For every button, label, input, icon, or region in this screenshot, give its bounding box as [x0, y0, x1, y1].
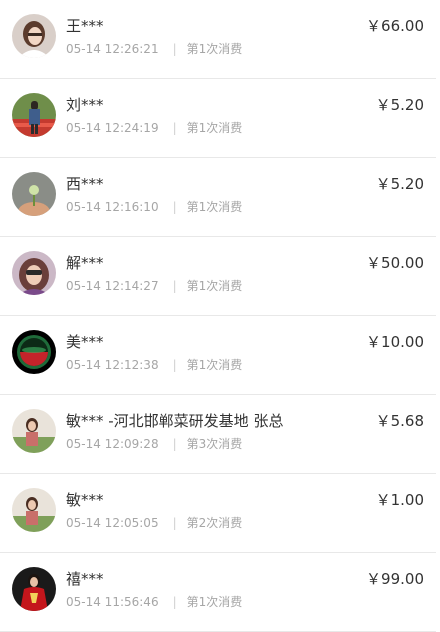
record-time: 05-14 12:05:05 [66, 516, 159, 530]
record-time: 05-14 12:26:21 [66, 42, 159, 56]
separator: | [172, 121, 177, 135]
record-row[interactable]: 西*** 05-14 12:16:10 | 第1次消费 ￥5.20 [0, 158, 436, 237]
amount: ￥5.20 [375, 96, 424, 114]
record-meta: 05-14 12:26:21 | 第1次消费 [66, 40, 242, 57]
record-time: 05-14 12:09:28 [66, 437, 159, 451]
visit-count: 第1次消费 [186, 279, 243, 293]
amount: ￥10.00 [366, 333, 424, 351]
avatar [12, 409, 56, 453]
visit-count: 第3次消费 [186, 437, 243, 451]
record-meta: 05-14 12:14:27 | 第1次消费 [66, 277, 242, 294]
record-row[interactable]: 禧*** 05-14 11:56:46 | 第1次消费 ￥99.00 [0, 553, 436, 632]
amount: ￥5.68 [375, 412, 424, 430]
consumption-record-list: 王*** 05-14 12:26:21 | 第1次消费 ￥66.00 刘*** 05… [0, 0, 440, 632]
amount: ￥66.00 [366, 17, 424, 35]
record-time: 05-14 11:56:46 [66, 595, 159, 609]
record-row[interactable]: 敏*** -河北邯郸菜研发基地 张总 05-14 12:09:28 | 第3次消费 … [0, 395, 436, 474]
amount: ￥99.00 [366, 570, 424, 588]
record-meta: 05-14 12:12:38 | 第1次消费 [66, 356, 242, 373]
avatar [12, 14, 56, 58]
record-time: 05-14 12:16:10 [66, 200, 159, 214]
visit-count: 第1次消费 [186, 358, 243, 372]
customer-name: 敏*** [66, 491, 104, 509]
customer-name: 王*** [66, 17, 104, 35]
record-row[interactable]: 刘*** 05-14 12:24:19 | 第1次消费 ￥5.20 [0, 79, 436, 158]
separator: | [172, 42, 177, 56]
amount: ￥1.00 [375, 491, 424, 509]
avatar [12, 172, 56, 216]
record-row[interactable]: 王*** 05-14 12:26:21 | 第1次消费 ￥66.00 [0, 0, 436, 79]
record-row[interactable]: 解*** 05-14 12:14:27 | 第1次消费 ￥50.00 [0, 237, 436, 316]
avatar [12, 251, 56, 295]
avatar [12, 567, 56, 611]
record-time: 05-14 12:12:38 [66, 358, 159, 372]
visit-count: 第1次消费 [186, 121, 243, 135]
separator: | [172, 595, 177, 609]
record-meta: 05-14 12:16:10 | 第1次消费 [66, 198, 242, 215]
separator: | [172, 516, 177, 530]
visit-count: 第1次消费 [186, 42, 243, 56]
amount: ￥5.20 [375, 175, 424, 193]
customer-name: 敏*** -河北邯郸菜研发基地 张总 [66, 412, 284, 430]
record-meta: 05-14 12:09:28 | 第3次消费 [66, 435, 242, 452]
separator: | [172, 200, 177, 214]
customer-name: 美*** [66, 333, 104, 351]
visit-count: 第1次消费 [186, 200, 243, 214]
customer-name: 禧*** [66, 570, 104, 588]
avatar [12, 330, 56, 374]
separator: | [172, 358, 177, 372]
separator: | [172, 437, 177, 451]
customer-name: 西*** [66, 175, 104, 193]
avatar [12, 93, 56, 137]
customer-name: 刘*** [66, 96, 104, 114]
visit-count: 第2次消费 [186, 516, 243, 530]
record-meta: 05-14 12:24:19 | 第1次消费 [66, 119, 242, 136]
customer-name: 解*** [66, 254, 104, 272]
record-meta: 05-14 12:05:05 | 第2次消费 [66, 514, 242, 531]
avatar [12, 488, 56, 532]
separator: | [172, 279, 177, 293]
record-row[interactable]: 敏*** 05-14 12:05:05 | 第2次消费 ￥1.00 [0, 474, 436, 553]
record-time: 05-14 12:14:27 [66, 279, 159, 293]
record-row[interactable]: 美*** 05-14 12:12:38 | 第1次消费 ￥10.00 [0, 316, 436, 395]
amount: ￥50.00 [366, 254, 424, 272]
record-time: 05-14 12:24:19 [66, 121, 159, 135]
visit-count: 第1次消费 [186, 595, 243, 609]
record-meta: 05-14 11:56:46 | 第1次消费 [66, 593, 242, 610]
